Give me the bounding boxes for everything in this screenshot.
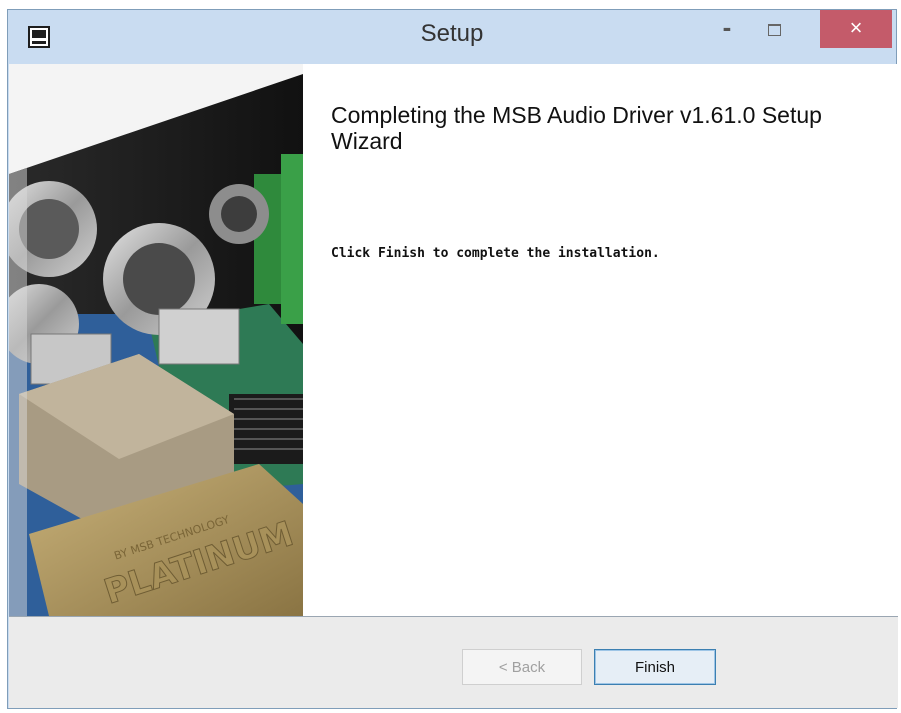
button-bar: < Back Finish: [9, 617, 898, 708]
finish-button[interactable]: Finish: [594, 649, 716, 685]
maximize-button[interactable]: [756, 10, 790, 44]
close-button[interactable]: ×: [820, 10, 892, 48]
wizard-side-image: PLATINUM BY MSB TECHNOLOGY: [9, 64, 303, 616]
back-button[interactable]: < Back: [462, 649, 582, 685]
minimize-button[interactable]: -: [710, 10, 744, 44]
wizard-content: PLATINUM BY MSB TECHNOLOGY Completing th…: [9, 64, 898, 616]
wizard-heading: Completing the MSB Audio Driver v1.61.0 …: [331, 102, 822, 154]
maximize-icon: [768, 24, 781, 36]
wizard-body-text: Click Finish to complete the installatio…: [331, 246, 660, 261]
hardware-photo: PLATINUM BY MSB TECHNOLOGY: [9, 64, 303, 616]
